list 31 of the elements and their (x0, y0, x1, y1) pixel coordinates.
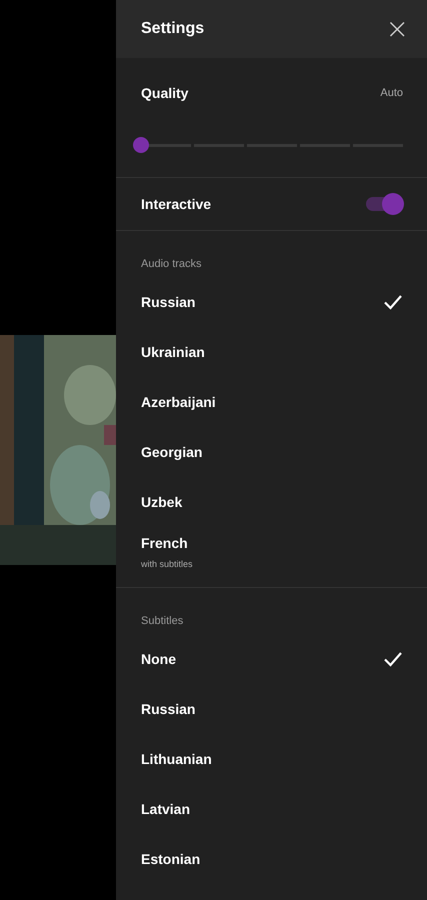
option-label: Ukrainian (141, 344, 205, 360)
option-item[interactable]: Georgian (116, 427, 427, 477)
quality-value: Auto (380, 87, 403, 99)
option-item[interactable]: French with subtitles (116, 527, 427, 577)
close-button[interactable]: × (386, 15, 409, 43)
option-label: Uzbek (141, 494, 182, 510)
option-label: Estonian (141, 851, 200, 867)
interactive-label: Interactive (141, 196, 212, 212)
option-item[interactable]: None (116, 634, 427, 684)
option-label: French (141, 535, 188, 551)
option-label: Russian (141, 701, 196, 717)
option-item[interactable]: Azerbaijani (116, 377, 427, 427)
option-item[interactable]: Latvian (116, 784, 427, 834)
option-item[interactable]: Lithuanian (116, 734, 427, 784)
option-label: Lithuanian (141, 751, 212, 767)
option-label: Azerbaijani (141, 394, 216, 410)
panel-title: Settings (141, 20, 204, 38)
quality-label: Quality (141, 85, 188, 101)
option-label: Latvian (141, 801, 190, 817)
option-item[interactable]: Russian (116, 277, 427, 327)
section-heading: Subtitles (140, 614, 184, 629)
slider-thumb[interactable] (133, 137, 149, 153)
option-label: None (141, 651, 176, 667)
option-label: Georgian (141, 444, 202, 460)
option-note: with subtitles (141, 559, 193, 569)
option-item[interactable]: Estonian (116, 834, 427, 884)
option-item[interactable]: Uzbek (116, 477, 427, 527)
option-item[interactable]: Ukrainian (116, 327, 427, 377)
option-item[interactable]: Russian (116, 684, 427, 734)
option-label: Russian (141, 294, 196, 310)
section-heading: Audio tracks (140, 257, 203, 272)
